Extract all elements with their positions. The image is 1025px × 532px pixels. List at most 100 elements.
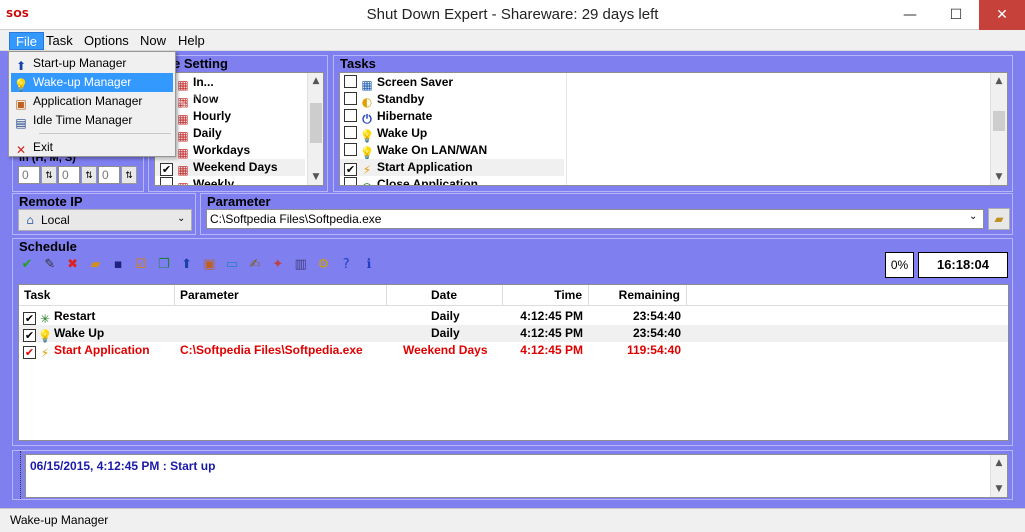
time-setting-scrollbar[interactable]: ▲ ▼ — [307, 73, 323, 185]
menu-help[interactable]: Help — [172, 32, 211, 50]
checkbox[interactable]: ✔ — [23, 312, 36, 325]
parameter-combobox[interactable]: C:\Softpedia Files\Softpedia.exe ⌄ — [206, 209, 984, 229]
task-item[interactable]: ◉Close Application — [340, 176, 564, 185]
minutes-spin-icon[interactable]: ⇅ — [81, 166, 97, 184]
scroll-down-icon[interactable]: ▼ — [308, 169, 323, 185]
menu-task[interactable]: Task — [40, 32, 79, 50]
notes-icon[interactable]: ✍ — [246, 256, 264, 274]
menu-file[interactable]: File — [9, 32, 44, 50]
task-item[interactable]: ◐ Standby — [340, 91, 564, 109]
wand-icon[interactable]: ✦ — [269, 256, 287, 274]
scroll-thumb[interactable] — [993, 111, 1005, 131]
file-menu-label: Exit — [33, 140, 54, 154]
column-header-parameter[interactable]: Parameter — [175, 285, 387, 306]
file-menu-item[interactable]: ⬆ Start-up Manager — [11, 54, 173, 73]
table-row[interactable]: ✔ ✳ Restart Daily 4:12:45 PM 23:54:40 — [19, 308, 1008, 326]
checkbox[interactable]: ✔ — [23, 346, 36, 359]
column-header-date[interactable]: Date — [387, 285, 503, 306]
checkbox[interactable] — [344, 143, 357, 156]
exit-icon: ✕ — [15, 143, 27, 157]
log-splitter-handle[interactable] — [13, 451, 21, 499]
startup-icon[interactable]: ⬆ — [178, 256, 196, 274]
file-menu-item[interactable]: 💡 Wake-up Manager — [11, 73, 173, 92]
app-icon[interactable]: ▣ — [200, 256, 218, 274]
checkbox[interactable] — [344, 75, 357, 88]
close-icon[interactable]: ✕ — [979, 0, 1025, 30]
task-label: Hibernate — [377, 109, 433, 123]
keyboard-icon[interactable]: ▭ — [223, 256, 241, 274]
log-scrollbar[interactable]: ▲ ▼ — [990, 455, 1007, 497]
log-textarea[interactable]: 06/15/2015, 4:12:45 PM : Start up ▲ ▼ — [25, 454, 1008, 498]
task-item[interactable]: ⏻ Hibernate — [340, 108, 564, 126]
time-setting-item[interactable]: ▦ Daily — [155, 125, 305, 143]
scroll-up-icon[interactable]: ▲ — [991, 73, 1007, 89]
task-item[interactable]: 💡 Wake Up — [340, 125, 564, 143]
file-menu-label: Start-up Manager — [33, 56, 127, 70]
tools-icon[interactable]: ⚙ — [314, 256, 332, 274]
chevron-down-icon[interactable]: ⌄ — [969, 211, 977, 222]
maximize-icon[interactable]: ☐ — [933, 0, 979, 30]
tasks-title: Tasks — [340, 56, 376, 71]
file-menu-item[interactable]: ✕ Exit — [11, 138, 173, 157]
menu-now[interactable]: Now — [134, 32, 172, 50]
tasks-list: ▦ Screen Saver ◐ Standby ⏻ Hibernate 💡 Wake Up 💡… — [339, 72, 1008, 186]
time-cell: 4:12:45 PM — [520, 326, 583, 340]
table-row[interactable]: ✔ 💡 Wake Up Daily 4:12:45 PM 23:54:40 — [19, 325, 1008, 343]
tasks-scrollbar[interactable]: ▲ ▼ — [990, 73, 1007, 185]
checkbox[interactable] — [344, 126, 357, 139]
task-item[interactable]: ▦ Screen Saver — [340, 74, 564, 92]
hours-spin-icon[interactable]: ⇅ — [41, 166, 57, 184]
time-setting-item[interactable]: ▦Weekly — [155, 176, 305, 185]
checkbox[interactable]: ✔ — [160, 163, 173, 176]
open-folder-icon[interactable]: ▰ — [988, 208, 1010, 230]
column-header-task[interactable]: Task — [19, 285, 175, 306]
check-icon[interactable]: ✔ — [18, 256, 36, 274]
menu-separator — [39, 133, 171, 134]
seconds-field[interactable]: 0 — [98, 166, 120, 184]
scroll-up-icon[interactable]: ▲ — [308, 73, 323, 89]
menu-options[interactable]: Options — [78, 32, 135, 50]
task-cell: ✔ 💡 Wake Up — [23, 325, 175, 343]
scroll-thumb[interactable] — [310, 103, 322, 143]
scroll-down-icon[interactable]: ▼ — [991, 169, 1007, 185]
minimize-icon[interactable]: — — [887, 0, 933, 30]
hours-field[interactable]: 0 — [18, 166, 40, 184]
help-icon[interactable]: ? — [337, 256, 355, 274]
seconds-spin-icon[interactable]: ⇅ — [121, 166, 137, 184]
time-setting-item[interactable]: ▦ Workdays — [155, 142, 305, 160]
checkbox[interactable]: ✔ — [344, 163, 357, 176]
copy-icon[interactable]: ❐ — [155, 256, 173, 274]
task-item[interactable]: ✔ ⚡ Start Application — [340, 159, 564, 177]
column-header-time[interactable]: Time — [503, 285, 589, 306]
scroll-up-icon[interactable]: ▲ — [991, 455, 1007, 471]
remote-ip-select[interactable]: ⌂ Local ⌄ — [18, 209, 192, 231]
checkbox[interactable]: ✔ — [23, 329, 36, 342]
checkbox-icon[interactable]: ☑ — [132, 256, 150, 274]
minutes-field[interactable]: 0 — [58, 166, 80, 184]
chevron-down-icon[interactable]: ⌄ — [177, 213, 185, 224]
checkbox[interactable] — [344, 177, 357, 185]
time-setting-item[interactable]: ✔ ▦ Weekend Days — [155, 159, 305, 177]
checkbox[interactable] — [344, 109, 357, 122]
delete-icon[interactable]: ✖ — [64, 256, 82, 274]
table-row[interactable]: ✔ ⚡ Start Application C:\Softpedia Files\So… — [19, 342, 1008, 360]
info-icon[interactable]: ℹ — [360, 256, 378, 274]
parameter-cell: C:\Softpedia Files\Softpedia.exe — [180, 343, 363, 357]
network-icon[interactable]: ▥ — [292, 256, 310, 274]
checkbox[interactable] — [344, 92, 357, 105]
file-menu-item[interactable]: ▣ Application Manager — [11, 92, 173, 111]
file-menu-label: Wake-up Manager — [33, 75, 132, 89]
open-icon[interactable]: ▰ — [86, 256, 104, 274]
task-item[interactable]: 💡 Wake On LAN/WAN — [340, 142, 564, 160]
edit-icon[interactable]: ✎ — [41, 256, 59, 274]
time-cell: 4:12:45 PM — [520, 309, 583, 323]
tasks-column-divider — [566, 73, 567, 185]
scroll-down-icon[interactable]: ▼ — [991, 481, 1007, 497]
save-icon[interactable]: ▪ — [109, 256, 127, 274]
checkbox[interactable] — [160, 177, 173, 185]
column-header-remaining[interactable]: Remaining — [589, 285, 687, 306]
time-setting-item[interactable]: ▦ In... — [155, 74, 305, 92]
time-setting-label: Daily — [193, 126, 222, 140]
file-menu-item[interactable]: ▤ Idle Time Manager — [11, 111, 173, 130]
task-cell: ✔ ✳ Restart — [23, 308, 175, 326]
